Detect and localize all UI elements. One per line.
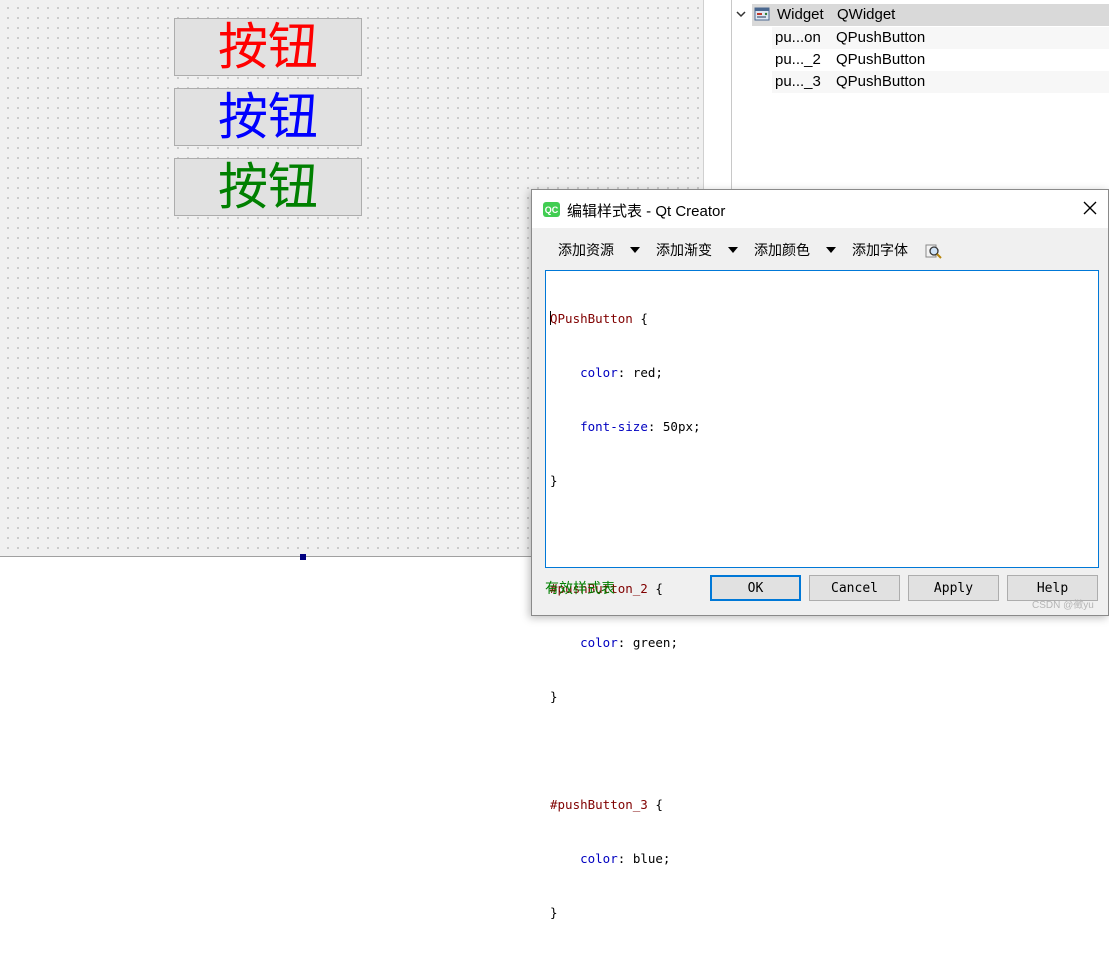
- tree-row-pushbutton[interactable]: pu...on QPushButton: [772, 27, 1109, 49]
- object-inspector: Widget QWidget pu...on QPushButton pu...…: [731, 0, 1109, 195]
- code-line: font-size: 50px;: [580, 419, 701, 434]
- code-value: red: [632, 365, 656, 380]
- code-line: color: green;: [580, 635, 678, 650]
- code-value: 50px: [662, 419, 694, 434]
- watermark-text: CSDN @徵yu: [1032, 600, 1094, 611]
- code-selector: #pushButton_3: [550, 797, 648, 812]
- stylesheet-text-editor[interactable]: QPushButton { color: red; font-size: 50p…: [545, 270, 1099, 920]
- code-property: color: [580, 851, 618, 866]
- tree-row-pushbutton-2[interactable]: pu..._2 QPushButton: [772, 49, 1109, 71]
- ok-button[interactable]: OK: [710, 575, 801, 601]
- apply-button[interactable]: Apply: [908, 575, 999, 601]
- code-line: }: [550, 904, 1098, 922]
- cancel-button[interactable]: Cancel: [809, 575, 900, 601]
- code-line: }: [550, 472, 1098, 490]
- push-button-3-label: 按钮: [218, 88, 318, 146]
- code-brace: {: [647, 581, 663, 596]
- dialog-title: 编辑样式表 - Qt Creator: [567, 203, 726, 220]
- designer-push-button-1[interactable]: 按钮: [174, 18, 362, 76]
- code-brace: }: [550, 473, 558, 488]
- close-icon[interactable]: [1080, 198, 1100, 218]
- code-property: color: [580, 635, 618, 650]
- code-brace: }: [550, 905, 558, 920]
- add-gradient-dropdown-icon[interactable]: [728, 247, 738, 253]
- form-resize-handle[interactable]: [300, 554, 306, 560]
- add-resource-button[interactable]: 添加资源: [558, 240, 614, 260]
- code-property: color: [580, 365, 618, 380]
- chevron-down-icon[interactable]: [735, 8, 747, 20]
- code-line: QPushButton {: [550, 310, 1098, 328]
- add-resource-dropdown-icon[interactable]: [630, 247, 640, 253]
- object-class: QPushButton: [836, 73, 926, 90]
- push-button-1-label: 按钮: [218, 18, 318, 76]
- object-class: QWidget: [837, 6, 896, 23]
- qt-creator-icon: QC: [543, 202, 560, 217]
- add-font-button[interactable]: 添加字体: [852, 240, 908, 260]
- tree-row-pushbutton-3[interactable]: pu..._3 QPushButton: [772, 71, 1109, 93]
- stylesheet-toolbar: 添加资源 添加渐变 添加颜色 添加字体: [532, 228, 1108, 268]
- object-name: pu...on: [775, 29, 821, 46]
- add-color-dropdown-icon[interactable]: [826, 247, 836, 253]
- designer-push-button-3[interactable]: 按钮: [174, 88, 362, 146]
- code-property: font-size: [580, 419, 648, 434]
- add-gradient-button[interactable]: 添加渐变: [656, 240, 712, 260]
- object-class: QPushButton: [836, 51, 926, 68]
- object-name: pu..._2: [775, 51, 821, 68]
- code-line: color: blue;: [580, 851, 671, 866]
- code-brace: {: [647, 797, 663, 812]
- add-color-button[interactable]: 添加颜色: [754, 240, 810, 260]
- object-name: pu..._3: [775, 73, 821, 90]
- valid-stylesheet-status: 有效样式表: [545, 581, 615, 597]
- code-line: }: [550, 688, 1098, 706]
- object-name: Widget: [777, 6, 824, 23]
- code-line: color: red;: [580, 365, 663, 380]
- code-value: green: [632, 635, 671, 650]
- object-class: QPushButton: [836, 29, 926, 46]
- edit-stylesheet-dialog: QC 编辑样式表 - Qt Creator 添加资源 添加渐变 添加颜色 添加字…: [531, 189, 1109, 920]
- push-button-2-label: 按钮: [218, 158, 318, 216]
- code-brace: }: [550, 689, 558, 704]
- designer-push-button-2[interactable]: 按钮: [174, 158, 362, 216]
- font-preview-icon[interactable]: [924, 242, 942, 260]
- widget-icon: [754, 7, 770, 21]
- tree-row-widget[interactable]: Widget QWidget: [752, 4, 1109, 26]
- code-line: #pushButton_3 {: [550, 796, 1098, 814]
- code-brace: {: [632, 311, 648, 326]
- code-selector: QPushButton: [550, 311, 633, 326]
- dialog-titlebar[interactable]: QC 编辑样式表 - Qt Creator: [532, 190, 1108, 228]
- code-value: blue: [632, 851, 663, 866]
